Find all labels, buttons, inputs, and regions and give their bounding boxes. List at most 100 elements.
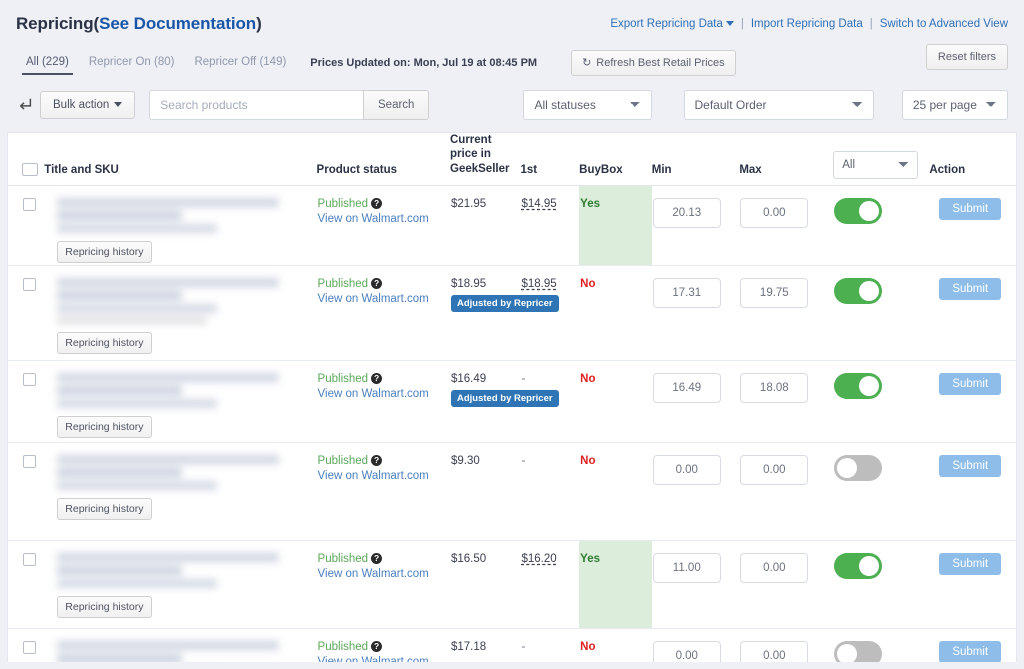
submit-button[interactable]: Submit	[939, 373, 1002, 396]
export-repricing-data-link[interactable]: Export Repricing Data	[610, 18, 723, 30]
repricing-page: Repricing(See Documentation) Export Repr…	[0, 0, 1024, 669]
help-icon[interactable]: ?	[371, 373, 383, 385]
header-current-price: Current price in GeekSeller	[450, 133, 521, 187]
repricer-toggle[interactable]	[834, 641, 883, 662]
product-status-cell: Published? View on Walmart.com	[316, 265, 450, 362]
help-icon[interactable]: ?	[371, 553, 383, 565]
buybox-status: No	[580, 455, 596, 468]
chevron-down-icon[interactable]	[725, 21, 734, 26]
max-price-cell	[739, 540, 834, 630]
search-button[interactable]: Search	[363, 90, 430, 120]
repricing-history-button[interactable]: Repricing history	[57, 241, 152, 264]
current-price-cell: $16.50	[450, 540, 521, 630]
row-select-cell	[8, 265, 45, 362]
min-price-input[interactable]	[652, 455, 721, 486]
min-price-cell	[651, 628, 740, 662]
repricing-history-button[interactable]: Repricing history	[57, 498, 152, 521]
toggle-knob	[859, 281, 880, 302]
toggle-knob	[859, 556, 880, 577]
status-filter-select[interactable]: All statuses	[523, 90, 652, 120]
row-checkbox[interactable]	[23, 553, 36, 567]
first-price-cell: $14.95	[520, 185, 580, 267]
repricer-toggle[interactable]	[834, 553, 883, 580]
order-filter-select[interactable]: Default Order	[683, 90, 874, 120]
row-checkbox[interactable]	[23, 455, 36, 469]
table-body: Repricing history Published? View on Wal…	[8, 185, 1016, 662]
repricer-toggle[interactable]	[834, 373, 883, 400]
repricing-history-button[interactable]: Repricing history	[57, 332, 152, 355]
min-price-input[interactable]	[652, 373, 721, 404]
repricer-toggle[interactable]	[834, 198, 883, 225]
adjusted-by-repricer-badge: Adjusted by Repricer	[451, 295, 559, 313]
refresh-best-retail-prices-button[interactable]: ↻ Refresh Best Retail Prices	[571, 50, 736, 76]
reset-filters-button[interactable]: Reset filters	[925, 44, 1008, 70]
max-price-cell	[739, 360, 834, 444]
submit-button[interactable]: Submit	[939, 278, 1002, 301]
tab-repricer-off[interactable]: Repricer Off (149)	[184, 52, 296, 75]
view-on-walmart-link[interactable]: View on Walmart.com	[318, 213, 449, 225]
submit-button[interactable]: Submit	[939, 455, 1002, 478]
row-checkbox[interactable]	[23, 278, 36, 292]
bulk-action-dropdown[interactable]: Bulk action	[40, 91, 136, 119]
tab-all[interactable]: All (229)	[16, 52, 79, 75]
buybox-cell: No	[579, 442, 652, 542]
search-input[interactable]	[149, 90, 364, 120]
header-title-sku: Title and SKU	[44, 133, 317, 187]
action-cell: Submit	[929, 185, 1016, 267]
view-on-walmart-link[interactable]: View on Walmart.com	[318, 470, 449, 482]
table-row: Repricing history Published? View on Wal…	[8, 265, 1016, 362]
help-icon[interactable]: ?	[371, 198, 383, 210]
first-price-value: $14.95	[521, 198, 557, 211]
first-price-value: $18.95	[521, 278, 557, 291]
select-all-checkbox[interactable]	[22, 163, 38, 177]
view-on-walmart-link[interactable]: View on Walmart.com	[318, 568, 449, 580]
max-price-input[interactable]	[740, 641, 809, 662]
action-cell: Submit	[929, 265, 1016, 362]
submit-button[interactable]: Submit	[939, 553, 1002, 576]
table-row: Repricing history Published? View on Wal…	[8, 442, 1016, 542]
action-cell: Submit	[929, 540, 1016, 630]
link-separator-2: |	[869, 18, 873, 30]
repricer-filter-select[interactable]: All	[833, 151, 919, 180]
min-price-input[interactable]	[652, 553, 721, 584]
filter-tabs: All (229) Repricer On (80) Repricer Off …	[16, 48, 1008, 78]
max-price-input[interactable]	[740, 278, 809, 309]
submit-button[interactable]: Submit	[939, 198, 1002, 221]
help-icon[interactable]: ?	[371, 641, 383, 653]
repricer-toggle[interactable]	[834, 278, 883, 305]
submit-button[interactable]: Submit	[939, 641, 1002, 662]
row-checkbox[interactable]	[23, 198, 36, 212]
repricing-history-button[interactable]: Repricing history	[57, 416, 152, 439]
buybox-cell: Yes	[579, 540, 652, 630]
current-price-value: $18.95	[451, 278, 487, 291]
min-price-input[interactable]	[652, 641, 721, 662]
help-icon[interactable]: ?	[371, 455, 383, 467]
switch-to-advanced-view-link[interactable]: Switch to Advanced View	[880, 18, 1008, 30]
product-title-cell: Repricing history	[44, 265, 317, 362]
action-cell: Submit	[929, 628, 1016, 662]
view-on-walmart-link[interactable]: View on Walmart.com	[318, 388, 449, 400]
table-header: Title and SKU Product status Current pri…	[8, 133, 1016, 187]
toggle-knob	[837, 458, 858, 479]
max-price-input[interactable]	[740, 553, 809, 584]
status-published-label: Published	[317, 373, 369, 386]
per-page-select[interactable]: 25 per page	[901, 90, 1008, 120]
max-price-input[interactable]	[740, 455, 809, 486]
max-price-cell	[739, 442, 834, 542]
max-price-input[interactable]	[740, 373, 809, 404]
view-on-walmart-link[interactable]: View on Walmart.com	[318, 293, 449, 305]
row-select-cell	[8, 360, 45, 444]
row-checkbox[interactable]	[23, 373, 36, 387]
row-checkbox[interactable]	[23, 641, 36, 655]
max-price-input[interactable]	[740, 198, 809, 229]
min-price-input[interactable]	[652, 278, 721, 309]
repricing-history-button[interactable]: Repricing history	[57, 596, 152, 619]
see-documentation-link[interactable]: See Documentation	[99, 14, 256, 33]
min-price-input[interactable]	[652, 198, 721, 229]
buybox-cell: No	[579, 628, 652, 662]
import-repricing-data-link[interactable]: Import Repricing Data	[751, 18, 863, 30]
tab-repricer-on[interactable]: Repricer On (80)	[79, 52, 185, 75]
repricer-toggle[interactable]	[834, 455, 883, 482]
view-on-walmart-link[interactable]: View on Walmart.com	[318, 656, 449, 662]
help-icon[interactable]: ?	[371, 278, 383, 290]
